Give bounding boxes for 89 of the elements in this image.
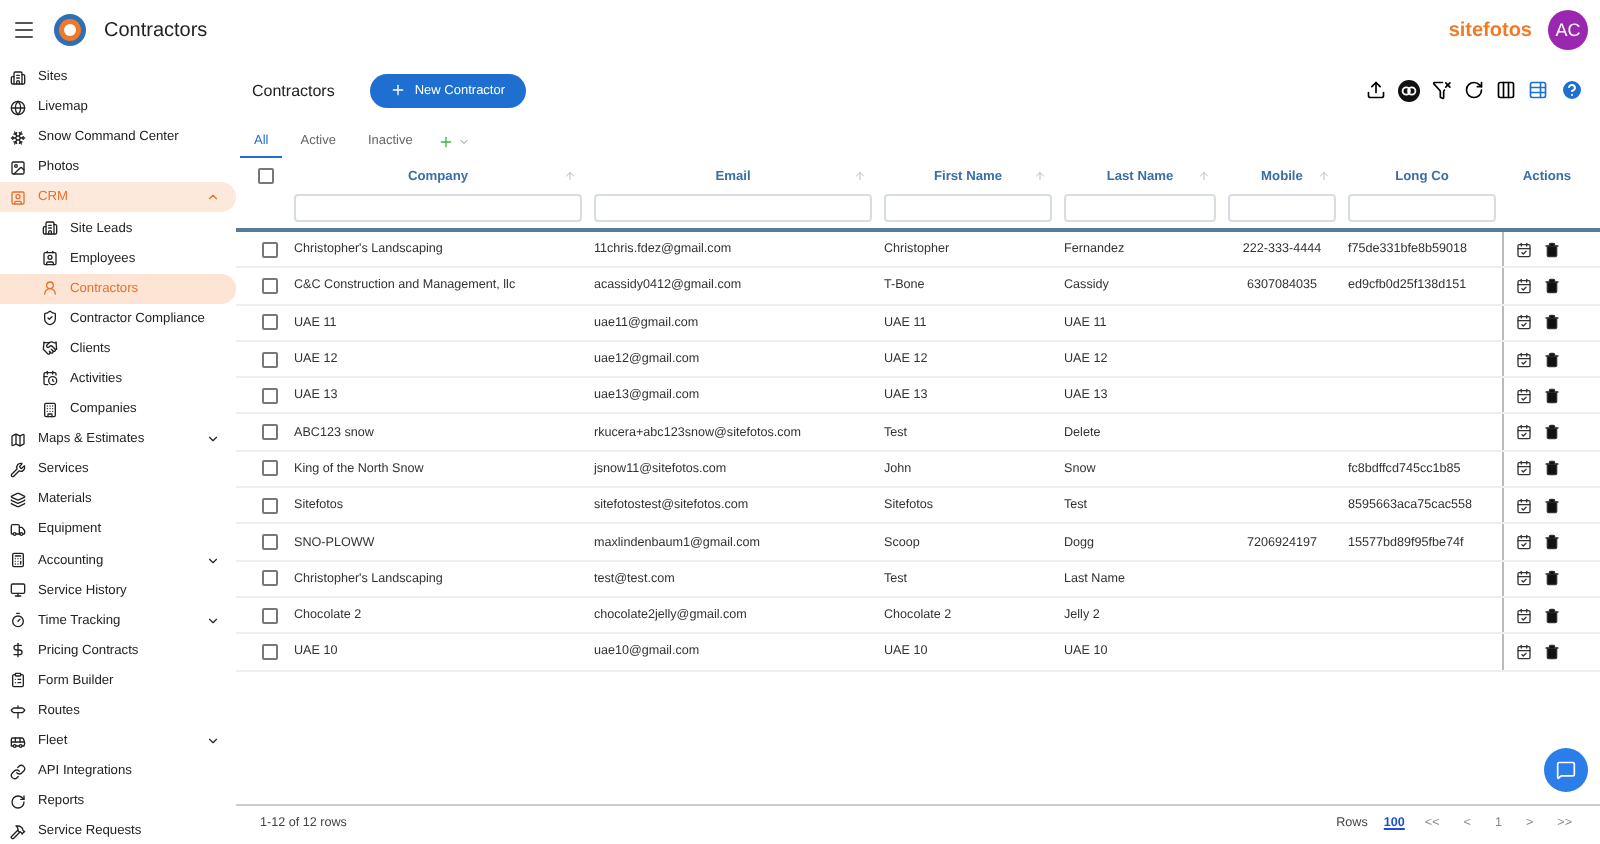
filter-field[interactable]	[884, 194, 1052, 222]
row-checkbox[interactable]	[262, 314, 278, 331]
page-title: Contractors	[252, 81, 335, 99]
snowflake-icon	[10, 129, 26, 146]
filter-field[interactable]	[1064, 194, 1216, 222]
chevron-down-icon	[206, 734, 220, 749]
filter-field[interactable]	[1348, 194, 1496, 222]
help-icon[interactable]	[1560, 78, 1584, 102]
plus-icon	[390, 82, 407, 98]
columns-icon[interactable]	[1496, 80, 1516, 100]
row-checkbox[interactable]	[262, 241, 278, 258]
row-checkbox[interactable]	[262, 570, 278, 587]
calendar-icon[interactable]	[1516, 314, 1532, 331]
chevron-up-icon	[206, 190, 220, 205]
user-avatar[interactable]: AC	[1548, 10, 1588, 50]
delete-icon[interactable]	[1544, 534, 1560, 551]
qb-circle-icon[interactable]	[1398, 79, 1420, 101]
refresh-icon	[10, 793, 26, 810]
calendar-icon[interactable]	[1516, 387, 1532, 404]
delete-icon[interactable]	[1544, 460, 1560, 477]
signpost-icon	[10, 703, 26, 720]
delete-icon[interactable]	[1544, 387, 1560, 404]
chevron-down-icon	[206, 553, 220, 568]
card-icon	[10, 189, 26, 206]
timer-icon	[10, 612, 26, 629]
row-checkbox[interactable]	[262, 351, 278, 368]
building-icon	[42, 220, 58, 237]
hammer-icon	[10, 823, 26, 840]
calendar-icon[interactable]	[1516, 497, 1532, 514]
calendar-icon[interactable]	[1516, 424, 1532, 441]
delete-icon[interactable]	[1544, 314, 1560, 331]
chat-icon	[1556, 760, 1576, 780]
chevron-down-icon	[206, 432, 220, 447]
select-all-checkbox[interactable]	[258, 168, 274, 184]
delete-icon[interactable]	[1544, 497, 1560, 514]
calendar-icon[interactable]	[1516, 277, 1532, 294]
calculator-icon	[10, 552, 26, 569]
filter-field[interactable]	[294, 194, 582, 222]
app-title: Contractors	[104, 19, 210, 41]
filter-field[interactable]	[594, 194, 872, 222]
map-icon	[10, 431, 26, 448]
delete-icon[interactable]	[1544, 643, 1560, 660]
delete-icon[interactable]	[1544, 241, 1560, 258]
delete-icon[interactable]	[1544, 277, 1560, 294]
row-checkbox[interactable]	[262, 424, 278, 441]
brand-logo: sitefotos	[1448, 19, 1532, 41]
row-checkbox[interactable]	[262, 643, 278, 660]
delete-icon[interactable]	[1544, 424, 1560, 441]
upload-icon[interactable]	[1366, 80, 1386, 100]
building-icon	[10, 69, 26, 86]
contact-card-icon	[42, 250, 58, 267]
refresh-icon[interactable]	[1464, 80, 1484, 100]
delete-icon[interactable]	[1544, 351, 1560, 368]
calendar-icon[interactable]	[1516, 241, 1532, 258]
row-checkbox[interactable]	[262, 607, 278, 624]
image-icon	[10, 159, 26, 176]
delete-icon[interactable]	[1544, 607, 1560, 624]
calendar-icon[interactable]	[1516, 351, 1532, 368]
handshake-icon	[42, 340, 58, 357]
row-checkbox[interactable]	[262, 387, 278, 404]
dollar-icon	[10, 642, 26, 659]
calendar-icon[interactable]	[1516, 570, 1532, 587]
filter-clear-icon[interactable]	[1432, 80, 1452, 100]
row-checkbox[interactable]	[262, 534, 278, 551]
person-icon	[42, 280, 58, 297]
clipboard-icon	[10, 672, 26, 689]
link-icon	[10, 763, 26, 780]
row-checkbox[interactable]	[262, 277, 278, 294]
delete-icon[interactable]	[1544, 570, 1560, 587]
wrench-icon	[10, 461, 26, 478]
calendar-icon[interactable]	[1516, 643, 1532, 660]
filter-field[interactable]	[1228, 194, 1336, 222]
globe-icon	[10, 99, 26, 116]
calendar-icon[interactable]	[1516, 460, 1532, 477]
calendar-icon[interactable]	[1516, 607, 1532, 624]
truck-icon	[10, 521, 26, 538]
row-checkbox[interactable]	[262, 460, 278, 477]
bus-icon	[10, 733, 26, 750]
layers-icon	[10, 491, 26, 508]
row-checkbox[interactable]	[262, 497, 278, 514]
table-settings-icon[interactable]	[1528, 80, 1548, 100]
calendar-icon[interactable]	[1516, 534, 1532, 551]
building-icon	[42, 401, 58, 418]
shield-icon	[42, 310, 58, 327]
chevron-down-icon	[206, 613, 220, 628]
monitor-icon	[10, 582, 26, 599]
menu-icon[interactable]	[12, 18, 36, 42]
calendar-icon	[42, 370, 58, 387]
logo-icon	[52, 12, 88, 48]
